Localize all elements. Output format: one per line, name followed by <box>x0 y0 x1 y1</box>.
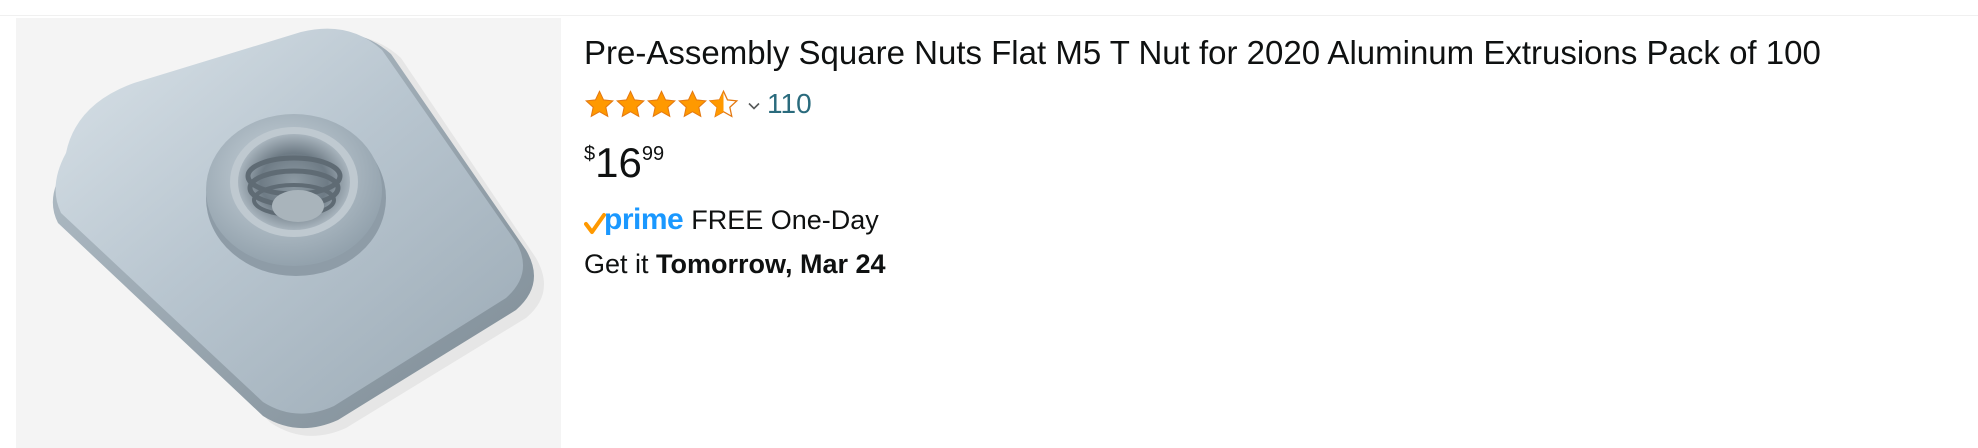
price-symbol: $ <box>584 143 596 165</box>
rating-row[interactable]: 110 <box>584 84 1974 124</box>
top-divider <box>0 0 1978 16</box>
price: $ 16 99 <box>584 138 1974 188</box>
prime-wordmark: prime <box>604 203 684 236</box>
prime-badge: prime FREE One-Day <box>584 200 1974 240</box>
prime-shipping-label: FREE One-Day <box>691 204 879 235</box>
chevron-down-icon[interactable] <box>747 99 761 113</box>
star-full-icon <box>585 89 614 117</box>
product-title[interactable]: Pre-Assembly Square Nuts Flat M5 T Nut f… <box>584 32 1974 74</box>
star-half-icon <box>708 89 739 118</box>
t-nut-image <box>52 28 544 436</box>
checkmark-icon <box>584 213 606 234</box>
star-rating <box>584 89 739 120</box>
product-info: Pre-Assembly Square Nuts Flat M5 T Nut f… <box>584 32 1974 284</box>
rating-count-link[interactable]: 110 <box>767 88 812 120</box>
star-full-icon <box>647 89 676 117</box>
delivery-prefix: Get it <box>584 249 657 279</box>
price-whole: 16 <box>595 139 642 186</box>
star-full-icon <box>678 89 707 117</box>
star-full-icon <box>616 89 645 117</box>
product-image[interactable] <box>16 18 561 448</box>
price-fraction: 99 <box>641 143 665 165</box>
prime-logo: prime <box>584 203 684 236</box>
delivery-estimate: Get it Tomorrow, Mar 24 <box>584 244 1974 284</box>
delivery-date: Tomorrow, Mar 24 <box>656 249 886 279</box>
